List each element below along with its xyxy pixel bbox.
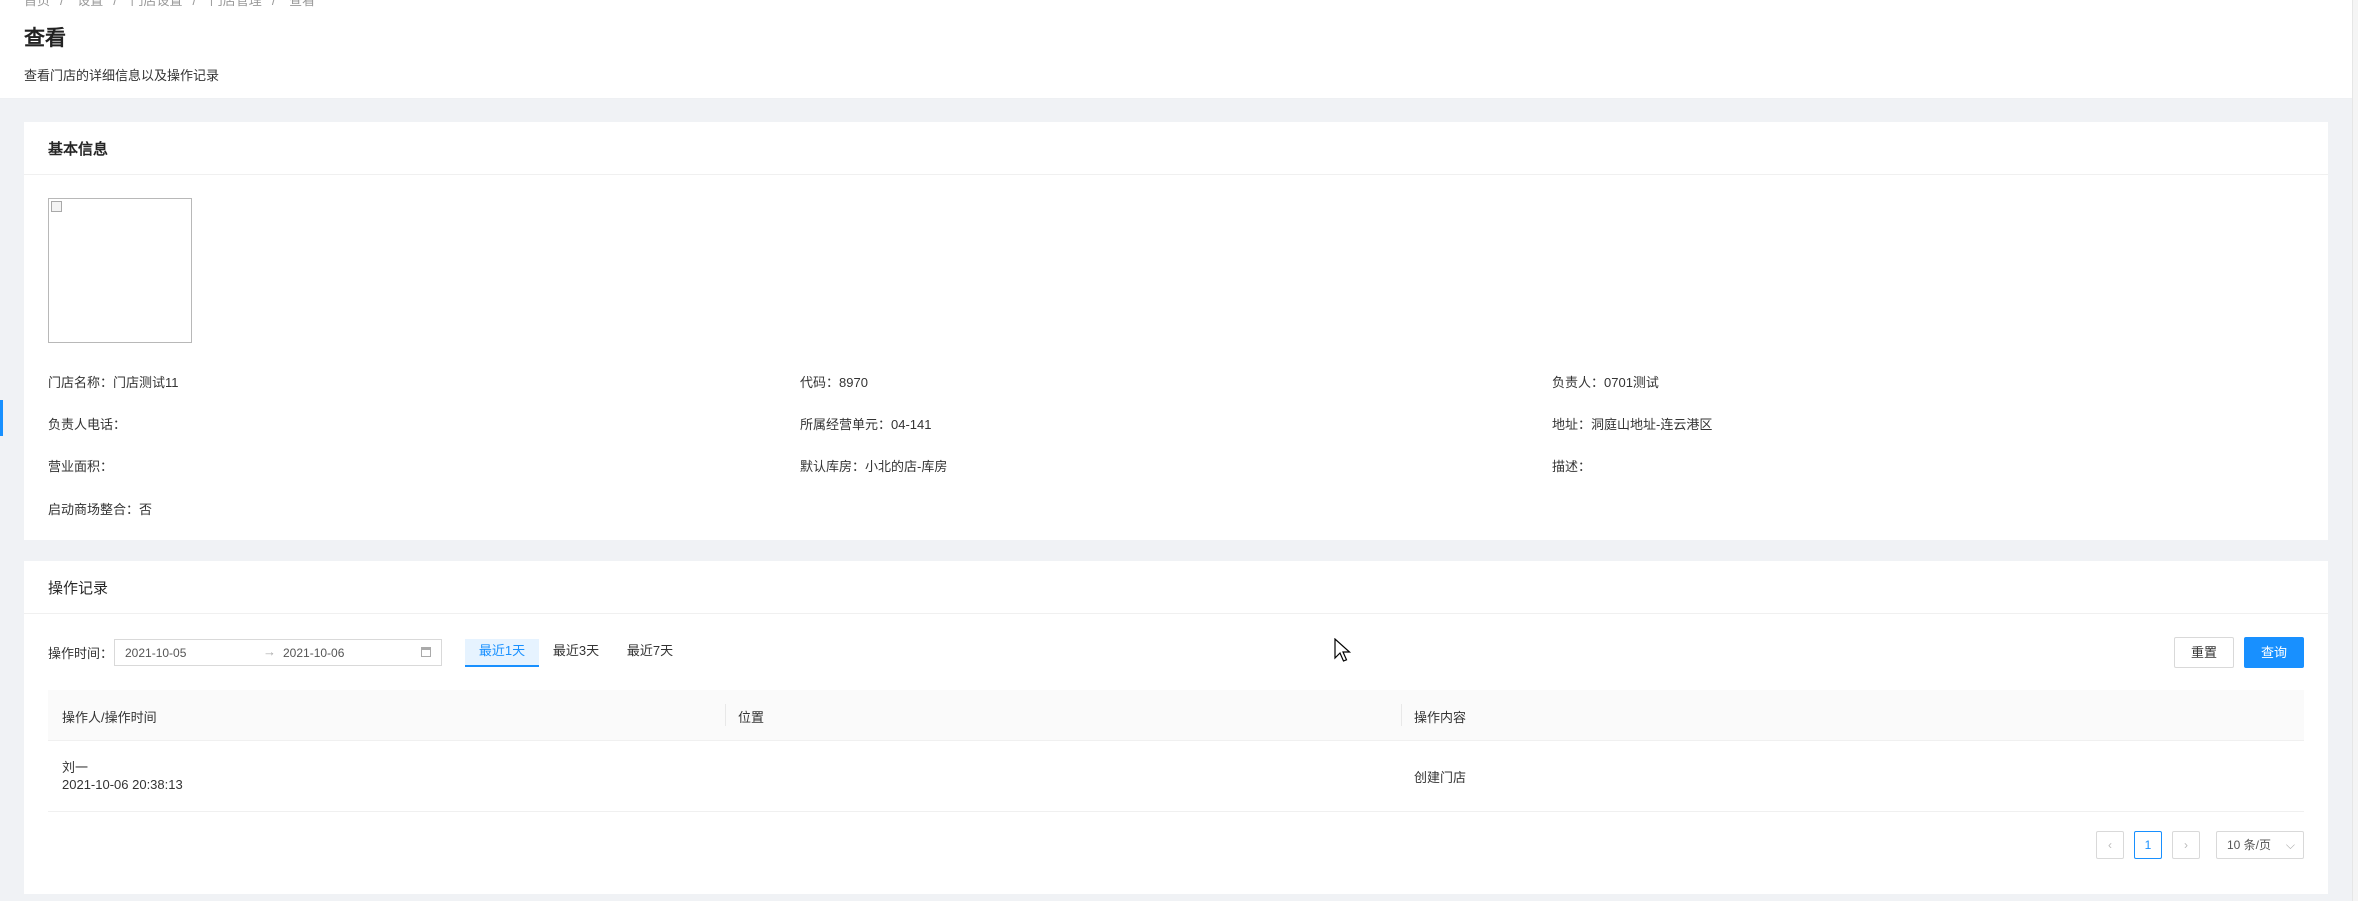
breadcrumb: 首页 / 设置 / 门店设置 / 门店管理 / 查看 — [24, 0, 325, 9]
field-store-name: 门店名称：门店测试11 — [48, 375, 179, 390]
page-title: 查看 — [24, 27, 66, 50]
quick-tab-7days[interactable]: 最近7天 — [613, 639, 687, 665]
date-range-picker[interactable]: 2021-10-05 → 2021-10-06 — [114, 639, 442, 666]
store-image — [48, 198, 192, 343]
field-address: 地址：洞庭山地址-连云港区 — [1552, 417, 1713, 432]
side-nav-indicator — [0, 400, 3, 436]
row-content: 创建门店 — [1414, 770, 1467, 785]
records-title: 操作记录 — [24, 561, 2328, 614]
page-size-select[interactable]: 10 条/页 ⌵ — [2216, 831, 2304, 859]
query-button[interactable]: 查询 — [2244, 637, 2304, 668]
quick-tab-1day[interactable]: 最近1天 — [465, 639, 539, 667]
field-manager-phone: 负责人电话： — [48, 417, 127, 432]
prev-page-button[interactable]: ‹ — [2096, 831, 2124, 859]
field-code: 代码：8970 — [800, 375, 868, 390]
field-mall-integration: 启动商场整合：否 — [48, 502, 153, 517]
filter-label: 操作时间： — [48, 646, 114, 661]
column-header-content: 操作内容 — [1414, 710, 1467, 725]
chevron-down-icon: ⌵ — [2285, 838, 2295, 852]
vertical-scrollbar[interactable] — [2352, 0, 2358, 901]
column-header-location: 位置 — [738, 710, 765, 725]
field-area: 营业面积： — [48, 459, 114, 474]
broken-image-icon — [51, 201, 62, 212]
page-description: 查看门店的详细信息以及操作记录 — [24, 68, 220, 83]
column-divider — [1401, 704, 1402, 726]
next-page-button[interactable]: › — [2172, 831, 2200, 859]
breadcrumb-item[interactable]: 门店管理 — [210, 0, 262, 8]
breadcrumb-item[interactable]: 门店设置 — [131, 0, 183, 8]
date-start-input[interactable]: 2021-10-05 — [125, 646, 186, 660]
records-table: 操作人/操作时间 位置 操作内容 刘一 2021-10-06 20:38:13 … — [48, 690, 2304, 812]
basic-info-title: 基本信息 — [24, 122, 2328, 175]
range-arrow-icon: → — [263, 644, 276, 659]
quick-tab-3days[interactable]: 最近3天 — [539, 639, 613, 665]
breadcrumb-item[interactable]: 首页 — [24, 0, 50, 8]
row-operator: 刘一 — [62, 760, 89, 775]
records-card: 操作记录 操作时间： 2021-10-05 → 2021-10-06 最近1天 … — [24, 561, 2328, 894]
basic-info-card: 基本信息 门店名称：门店测试11 代码：8970 负责人：0701测试 负责人电… — [24, 122, 2328, 540]
page-header: 首页 / 设置 / 门店设置 / 门店管理 / 查看 查看 查看门店的详细信息以及操作记… — [0, 0, 2352, 99]
field-warehouse: 默认库房：小北的店-库房 — [800, 459, 948, 474]
column-header-operator: 操作人/操作时间 — [62, 710, 157, 725]
table-row: 刘一 2021-10-06 20:38:13 创建门店 — [48, 741, 2304, 812]
page-size-value: 10 条/页 — [2227, 838, 2272, 852]
column-divider — [725, 704, 726, 726]
breadcrumb-item[interactable]: 设置 — [77, 0, 103, 8]
field-manager: 负责人：0701测试 — [1552, 375, 1659, 390]
mouse-cursor-icon — [1334, 638, 1352, 662]
page-1-button[interactable]: 1 — [2134, 831, 2162, 859]
reset-button[interactable]: 重置 — [2174, 637, 2234, 668]
date-end-input[interactable]: 2021-10-06 — [283, 646, 344, 660]
field-description: 描述： — [1552, 459, 1592, 474]
row-time: 2021-10-06 20:38:13 — [62, 777, 183, 792]
table-header: 操作人/操作时间 位置 操作内容 — [48, 690, 2304, 741]
field-unit: 所属经营单元：04-141 — [800, 417, 932, 432]
breadcrumb-item-current: 查看 — [289, 0, 316, 8]
calendar-icon[interactable] — [421, 647, 431, 657]
